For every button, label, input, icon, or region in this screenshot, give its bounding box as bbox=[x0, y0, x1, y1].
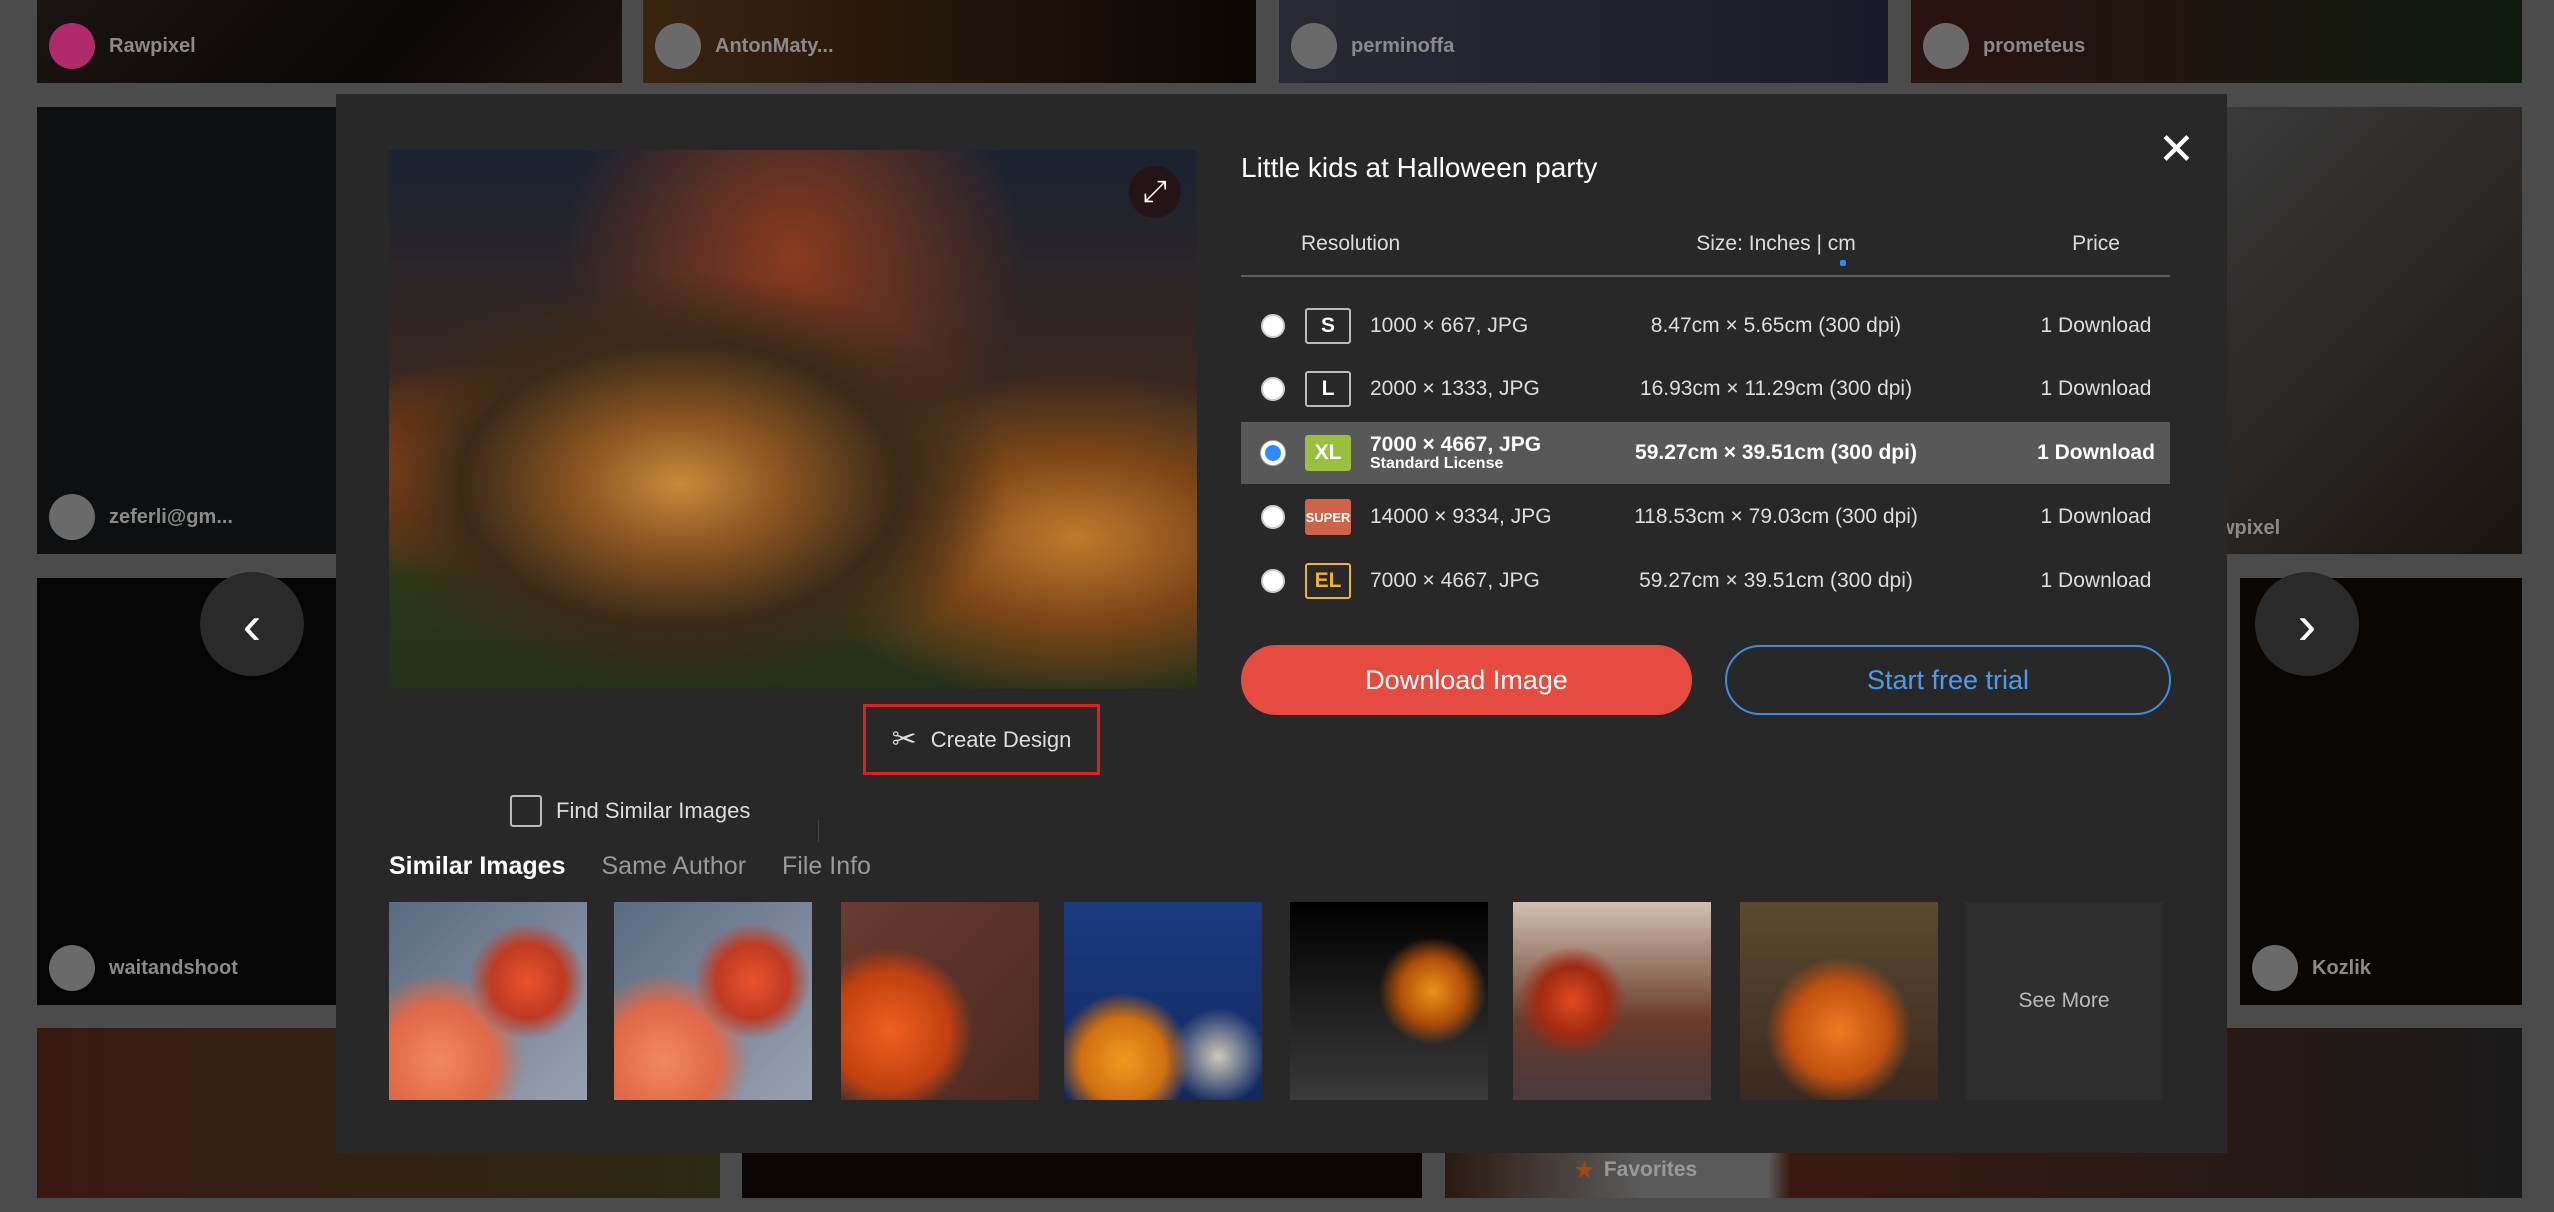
tab-similar-images[interactable]: Similar Images bbox=[389, 852, 565, 881]
author-name: Kozlik bbox=[2312, 956, 2371, 979]
size-text: 8.47cm × 5.65cm (300 dpi) bbox=[1650, 314, 1902, 337]
download-image-button[interactable]: Download Image bbox=[1241, 645, 1692, 715]
resolution-text: 7000 × 4667, JPG Standard License bbox=[1370, 432, 1542, 473]
bg-tile[interactable]: AntonMaty... bbox=[643, 0, 1256, 83]
see-more-label: See More bbox=[2018, 989, 2110, 1012]
resolution-value: 1000 × 667, JPG bbox=[1370, 313, 1529, 337]
size-badge: S bbox=[1305, 308, 1351, 344]
header-size[interactable]: Size: Inches | cm bbox=[1681, 232, 1871, 256]
size-badge: EL bbox=[1305, 563, 1351, 599]
next-button[interactable]: › bbox=[2255, 572, 2359, 676]
price-text: 1 Download bbox=[2040, 569, 2152, 592]
price-text: 1 Download bbox=[2040, 505, 2152, 528]
tab-same-author[interactable]: Same Author bbox=[601, 852, 746, 881]
similar-thumb[interactable] bbox=[389, 902, 587, 1100]
size-badge: XL bbox=[1305, 435, 1351, 471]
size-text: 118.53cm × 79.03cm (300 dpi) bbox=[1634, 505, 1918, 528]
resolution-radio[interactable] bbox=[1261, 569, 1285, 593]
bg-tile[interactable]: waitandshoot bbox=[37, 578, 357, 1005]
prev-button[interactable]: ‹ bbox=[200, 572, 304, 676]
image-detail-modal: ⤢ Little kids at Halloween party ✕ Resol… bbox=[336, 94, 2227, 1153]
resolution-value: 7000 × 4667, JPG bbox=[1370, 432, 1542, 456]
resolution-text: 7000 × 4667, JPG bbox=[1370, 568, 1540, 592]
size-text: 59.27cm × 39.51cm (300 dpi) bbox=[1635, 441, 1917, 464]
similar-thumb[interactable] bbox=[1513, 902, 1711, 1100]
expand-button[interactable]: ⤢ bbox=[1129, 166, 1181, 218]
size-text: 16.93cm × 11.29cm (300 dpi) bbox=[1639, 377, 1913, 400]
size-badge: SUPER bbox=[1305, 499, 1351, 535]
divider bbox=[1241, 275, 2170, 277]
similar-thumb[interactable] bbox=[841, 902, 1039, 1100]
create-design-label: Create Design bbox=[930, 726, 1072, 752]
resolution-text: 14000 × 9334, JPG bbox=[1370, 504, 1552, 528]
resolution-radio[interactable] bbox=[1261, 377, 1285, 401]
author-name: AntonMaty... bbox=[715, 34, 834, 57]
resolution-row[interactable]: XL 7000 × 4667, JPG Standard License 59.2… bbox=[1241, 422, 2170, 484]
similar-thumb[interactable] bbox=[614, 902, 812, 1100]
resolution-row[interactable]: EL 7000 × 4667, JPG 59.27cm × 39.51cm (3… bbox=[1241, 550, 2170, 612]
bg-tile[interactable]: prometeus bbox=[1911, 0, 2522, 83]
similar-thumb[interactable] bbox=[1290, 902, 1488, 1100]
author-name: perminoffa bbox=[1351, 34, 1455, 57]
author-name: prometeus bbox=[1983, 34, 2086, 57]
create-design-button[interactable]: ✂ Create Design bbox=[863, 704, 1100, 775]
preview-image: ⤢ bbox=[389, 150, 1197, 689]
resolution-radio[interactable] bbox=[1261, 505, 1285, 529]
tab-file-info[interactable]: File Info bbox=[782, 852, 871, 881]
bg-tile[interactable]: perminoffa bbox=[1279, 0, 1888, 83]
bg-tile[interactable]: wpixel bbox=[2227, 107, 2522, 554]
find-similar-label: Find Similar Images bbox=[556, 798, 751, 823]
star-icon: ★ bbox=[1575, 1159, 1594, 1182]
expand-icon: ⤢ bbox=[1143, 175, 1167, 208]
resolution-radio[interactable] bbox=[1261, 314, 1285, 338]
close-button[interactable]: ✕ bbox=[2158, 128, 2195, 172]
resolution-row[interactable]: L 2000 × 1333, JPG 16.93cm × 11.29cm (30… bbox=[1241, 358, 2170, 420]
author-name: wpixel bbox=[2227, 517, 2281, 539]
license-label: Standard License bbox=[1370, 454, 1504, 472]
similar-thumb[interactable] bbox=[1064, 902, 1262, 1100]
chevron-right-icon: › bbox=[2297, 592, 2317, 656]
unit-indicator bbox=[1840, 260, 1846, 266]
tabs: Similar Images Same Author File Info bbox=[389, 852, 871, 881]
bg-tile[interactable]: Rawpixel bbox=[37, 0, 622, 83]
header-resolution: Resolution bbox=[1301, 232, 1401, 255]
resolution-value: 14000 × 9334, JPG bbox=[1370, 504, 1552, 528]
resolution-radio[interactable] bbox=[1261, 441, 1285, 465]
favorites-button[interactable]: ★ Favorites bbox=[1575, 1158, 1697, 1183]
start-free-trial-button[interactable]: Start free trial bbox=[1725, 645, 2171, 715]
bg-tile[interactable]: zeferli@gm... bbox=[37, 107, 357, 554]
author-name: Rawpixel bbox=[109, 34, 196, 57]
image-title: Little kids at Halloween party bbox=[1241, 152, 1598, 183]
author-name: waitandshoot bbox=[109, 956, 238, 979]
find-similar-button[interactable]: Find Similar Images bbox=[510, 795, 750, 827]
resolution-text: 2000 × 1333, JPG bbox=[1370, 376, 1540, 400]
size-text: 59.27cm × 39.51cm (300 dpi) bbox=[1639, 569, 1913, 592]
divider bbox=[818, 820, 819, 842]
price-text: 1 Download bbox=[2037, 441, 2155, 464]
chevron-left-icon: ‹ bbox=[242, 592, 262, 656]
resolution-value: 7000 × 4667, JPG bbox=[1370, 568, 1540, 592]
price-text: 1 Download bbox=[2040, 377, 2152, 400]
price-text: 1 Download bbox=[2040, 314, 2152, 337]
resolution-value: 2000 × 1333, JPG bbox=[1370, 376, 1540, 400]
design-tools-icon: ✂ bbox=[891, 723, 917, 756]
close-icon: ✕ bbox=[2158, 125, 2195, 174]
image-icon bbox=[510, 795, 542, 827]
favorites-label: Favorites bbox=[1603, 1158, 1698, 1181]
resolution-row[interactable]: SUPER 14000 × 9334, JPG 118.53cm × 79.03… bbox=[1241, 486, 2170, 548]
author-name: zeferli@gm... bbox=[109, 505, 233, 528]
similar-thumb[interactable] bbox=[1740, 902, 1938, 1100]
header-price: Price bbox=[2072, 232, 2120, 255]
resolution-text: 1000 × 667, JPG bbox=[1370, 313, 1529, 337]
see-more-button[interactable]: See More bbox=[1965, 902, 2163, 1100]
size-badge: L bbox=[1305, 371, 1351, 407]
resolution-row[interactable]: S 1000 × 667, JPG 8.47cm × 5.65cm (300 d… bbox=[1241, 295, 2170, 357]
